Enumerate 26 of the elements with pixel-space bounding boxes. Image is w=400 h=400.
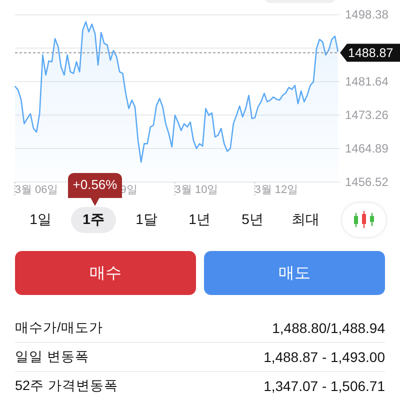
x-tick-label: 3월 10일 — [174, 184, 218, 196]
info-label: 52주 가격변동폭 — [15, 377, 118, 395]
y-tick-label: 1498.38 — [345, 8, 388, 22]
change-tooltip: +0.56% — [68, 173, 122, 206]
range-tab[interactable]: 1년 — [177, 207, 222, 233]
info-value: 1,347.07 - 1,506.71 — [264, 378, 385, 394]
range-tab[interactable]: 최대 — [283, 207, 328, 233]
range-tab[interactable]: 1달 — [124, 207, 169, 233]
y-tick-label: 1481.64 — [345, 74, 388, 89]
y-tick-label: 1456.52 — [345, 175, 388, 189]
x-tick-label: 3월 12일 — [254, 184, 298, 196]
buy-button[interactable]: 매수 — [15, 251, 196, 295]
y-tick-label: 1473.26 — [345, 108, 388, 122]
info-label: 일일 변동폭 — [15, 348, 89, 366]
y-tick-label: 1464.89 — [345, 142, 388, 156]
info-label: 매수가/매도가 — [15, 319, 103, 337]
info-value: 1,488.80/1,488.94 — [272, 320, 385, 336]
candlestick-icon — [353, 211, 375, 229]
range-tab[interactable]: 1주 — [71, 207, 116, 233]
ref-line-label: 1488.87 — [348, 46, 394, 60]
chart-type-button[interactable] — [342, 203, 386, 237]
range-tab[interactable]: 5년 — [230, 207, 275, 233]
price-reference-line: 1488.87 — [14, 44, 400, 62]
x-tick-label: 3월 06일 — [14, 184, 58, 196]
range-tab[interactable]: 1일 — [18, 207, 63, 233]
info-value: 1,488.87 - 1,493.00 — [264, 349, 385, 365]
